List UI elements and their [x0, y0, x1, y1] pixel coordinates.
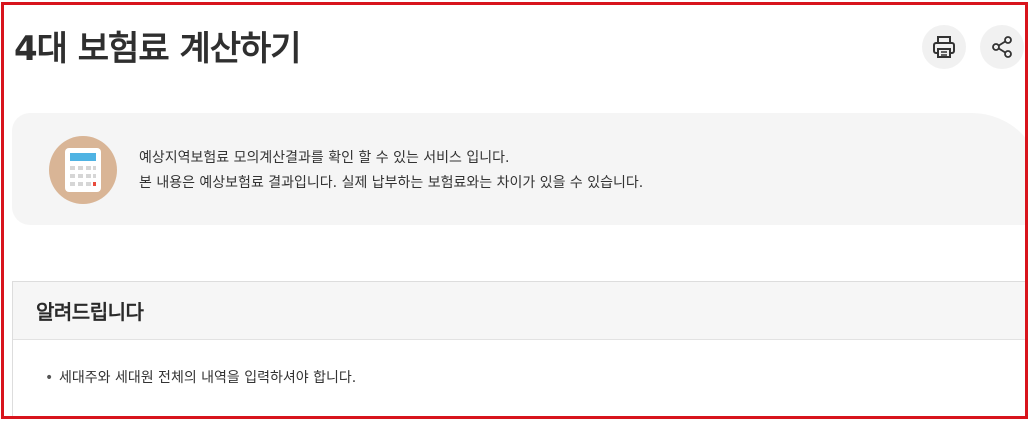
info-line-2: 본 내용은 예상보험료 결과입니다. 실제 납부하는 보험료와는 차이가 있을 … [139, 175, 644, 191]
page-frame: 4대 보험료 계산하기 예상지역보험료 모의계산결과를 확인 할 수 있는 서비… [1, 2, 1028, 419]
share-icon [992, 36, 1012, 58]
info-box: 예상지역보험료 모의계산결과를 확인 할 수 있는 서비스 입니다. 본 내용은… [12, 113, 1025, 225]
share-button[interactable] [980, 25, 1024, 69]
calculator-badge [49, 136, 117, 204]
bullet-icon: • [45, 370, 54, 386]
printer-icon [933, 36, 955, 58]
notice-item-text: 세대주와 세대원 전체의 내역을 입력하셔야 합니다. [59, 370, 357, 386]
notice-title: 알려드립니다 [36, 300, 144, 324]
page-title: 4대 보험료 계산하기 [14, 29, 302, 69]
notice-list: • 세대주와 세대원 전체의 내역을 입력하셔야 합니다. [13, 340, 1025, 388]
info-text: 예상지역보험료 모의계산결과를 확인 할 수 있는 서비스 입니다. 본 내용은… [139, 146, 643, 196]
notice-section: 알려드립니다 • 세대주와 세대원 전체의 내역을 입력하셔야 합니다. [12, 281, 1025, 416]
notice-header: 알려드립니다 [13, 282, 1025, 340]
print-button[interactable] [922, 25, 966, 69]
calculator-icon [65, 148, 101, 192]
list-item: • 세대주와 세대원 전체의 내역을 입력하셔야 합니다. [45, 368, 1025, 388]
info-line-1: 예상지역보험료 모의계산결과를 확인 할 수 있는 서비스 입니다. [139, 150, 510, 166]
